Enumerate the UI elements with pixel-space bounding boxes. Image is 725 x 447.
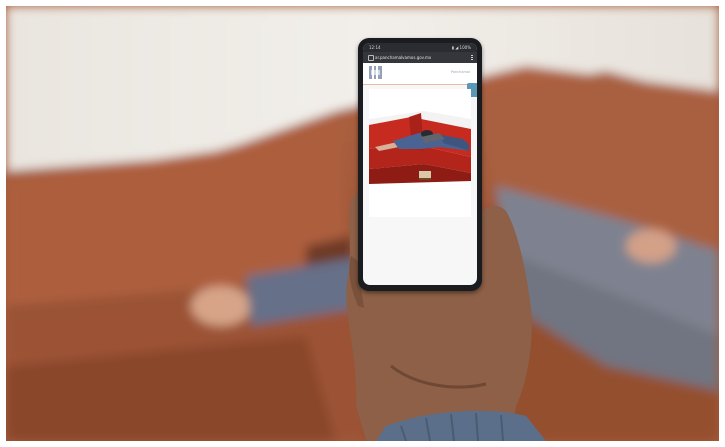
site-brand: Panchamal [450,70,470,74]
phone-screen[interactable]: 12:14 ▮ ◢ 100% ar.panchamalvamos.gov.mx … [363,43,477,285]
status-time: 12:14 [369,45,381,50]
browser-url-bar[interactable]: ar.panchamalvamos.gov.mx [363,52,477,63]
url-text[interactable]: ar.panchamalvamos.gov.mx [375,52,431,63]
menu-icon[interactable] [471,55,473,60]
sofa-scene-image [369,89,471,217]
on-screen-photo [369,89,471,217]
status-icons: ▮ ◢ 100% [451,45,471,50]
qr-code-icon[interactable] [369,66,382,79]
status-bar: 12:14 ▮ ◢ 100% [363,43,477,52]
smartphone: 12:14 ▮ ◢ 100% ar.panchamalvamos.gov.mx … [358,38,482,291]
photo-frame: 12:14 ▮ ◢ 100% ar.panchamalvamos.gov.mx … [6,6,719,441]
lock-icon [368,55,374,61]
site-header: Panchamal [363,63,477,85]
